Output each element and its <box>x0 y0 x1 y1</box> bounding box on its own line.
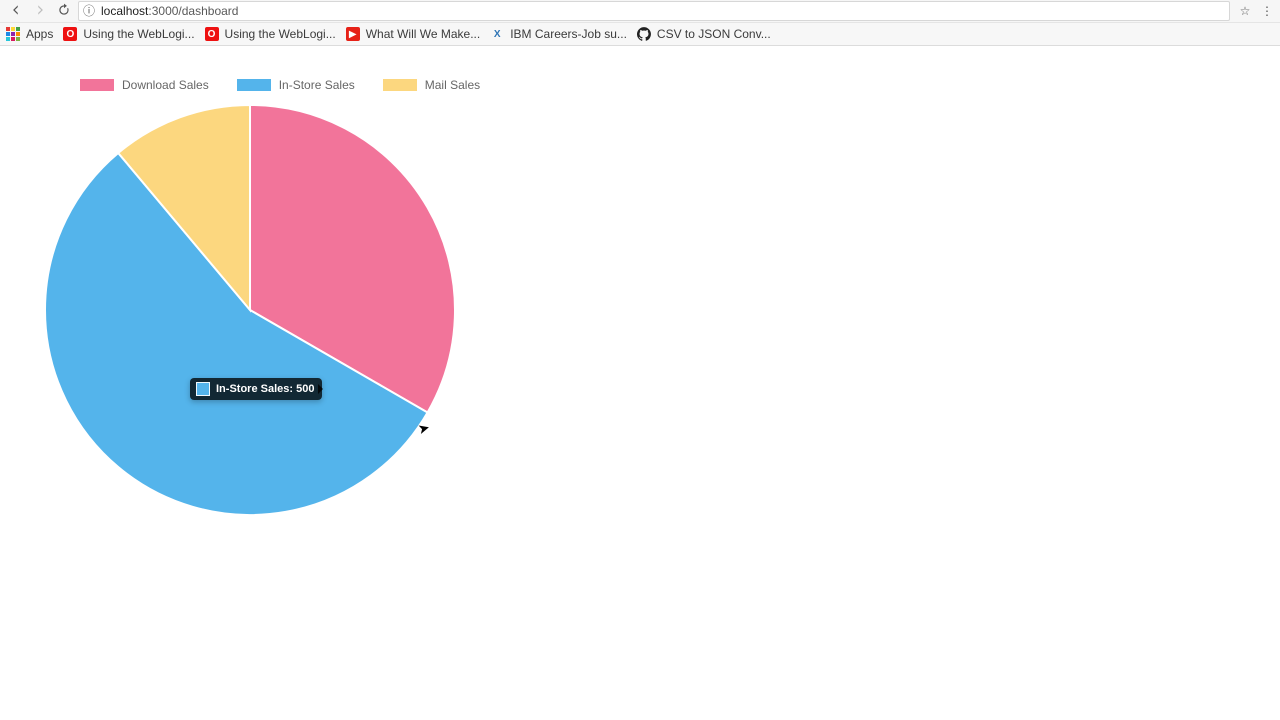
bookmark-label: CSV to JSON Conv... <box>657 27 771 41</box>
legend-label: In-Store Sales <box>279 78 355 92</box>
pie-chart[interactable] <box>40 100 460 520</box>
bookmark-apps[interactable]: Apps <box>6 27 53 41</box>
chart-legend: Download Sales In-Store Sales Mail Sales <box>80 78 470 92</box>
bookmarks-bar: Apps O Using the WebLogi... O Using the … <box>0 23 1280 46</box>
browser-menu-icon[interactable]: ⋮ <box>1260 4 1274 18</box>
legend-swatch <box>237 79 271 91</box>
bookmark-label: IBM Careers-Job su... <box>510 27 627 41</box>
back-button[interactable] <box>6 3 26 20</box>
url-host: localhost <box>101 4 148 18</box>
chart-tooltip: In-Store Sales: 500 <box>190 378 322 400</box>
bookmark-label: Using the WebLogi... <box>83 27 194 41</box>
legend-swatch <box>383 79 417 91</box>
bookmark-label: Apps <box>26 27 53 41</box>
youtube-icon: ▶ <box>346 27 360 41</box>
page-content: Download Sales In-Store Sales Mail Sales… <box>0 46 1280 720</box>
bookmark-item[interactable]: O Using the WebLogi... <box>205 27 336 41</box>
legend-item[interactable]: Mail Sales <box>383 78 480 92</box>
legend-item[interactable]: In-Store Sales <box>237 78 355 92</box>
reload-button[interactable] <box>54 3 74 20</box>
chart-container: Download Sales In-Store Sales Mail Sales… <box>40 78 470 520</box>
oracle-icon: O <box>205 27 219 41</box>
forward-button[interactable] <box>30 3 50 20</box>
legend-label: Mail Sales <box>425 78 480 92</box>
bookmark-item[interactable]: X IBM Careers-Job su... <box>490 27 627 41</box>
legend-swatch <box>80 79 114 91</box>
github-icon <box>637 27 651 41</box>
tooltip-text: In-Store Sales: 500 <box>216 383 314 395</box>
bookmark-label: What Will We Make... <box>366 27 480 41</box>
address-bar[interactable]: ⓘ localhost:3000/dashboard <box>78 1 1230 21</box>
browser-toolbar: ⓘ localhost:3000/dashboard ☆ ⋮ <box>0 0 1280 23</box>
oracle-icon: O <box>63 27 77 41</box>
legend-label: Download Sales <box>122 78 209 92</box>
bookmark-item[interactable]: ▶ What Will We Make... <box>346 27 480 41</box>
bookmark-star-icon[interactable]: ☆ <box>1234 4 1256 18</box>
site-info-icon[interactable]: ⓘ <box>83 3 95 19</box>
url-path: :3000/dashboard <box>148 4 238 18</box>
bookmark-item[interactable]: O Using the WebLogi... <box>63 27 194 41</box>
bookmark-label: Using the WebLogi... <box>225 27 336 41</box>
x-icon: X <box>490 27 504 41</box>
bookmark-item[interactable]: CSV to JSON Conv... <box>637 27 771 41</box>
apps-grid-icon <box>6 27 20 41</box>
legend-item[interactable]: Download Sales <box>80 78 209 92</box>
tooltip-swatch <box>196 382 210 396</box>
